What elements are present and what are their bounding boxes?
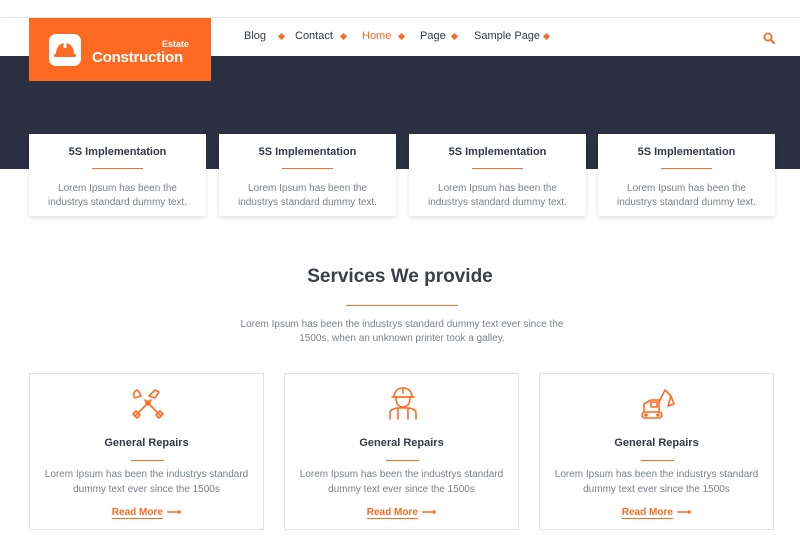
feature-text: Lorem Ipsum has been the industrys stand…	[428, 183, 567, 208]
read-more-link[interactable]: Read More ⟶	[285, 507, 518, 518]
tools-icon	[129, 386, 167, 420]
read-more-label[interactable]: Read More	[112, 507, 163, 518]
excavator-icon	[639, 386, 677, 420]
nav-item-contact[interactable]: Contact	[295, 30, 333, 42]
section-title: Services We provide	[307, 266, 493, 287]
service-divider	[641, 460, 674, 461]
service-text: Lorem Ipsum has been the industrys stand…	[299, 469, 504, 495]
service-divider	[386, 460, 419, 461]
worker-icon	[384, 386, 422, 420]
read-more-label[interactable]: Read More	[367, 507, 418, 518]
read-more-link[interactable]: Read More ⟶	[540, 507, 773, 518]
site-logo[interactable]: Estate Construction	[29, 18, 211, 81]
logo-tagline: Estate	[161, 39, 189, 49]
feature-divider	[92, 168, 143, 169]
feature-divider	[472, 168, 523, 169]
section-divider	[346, 305, 458, 306]
arrow-right-icon: ⟶	[166, 507, 182, 518]
service-card: General Repairs Lorem Ipsum has been the…	[284, 373, 519, 530]
feature-box: 5S Implementation Lorem Ipsum has been t…	[409, 134, 586, 216]
read-more-label[interactable]: Read More	[622, 507, 673, 518]
service-text: Lorem Ipsum has been the industrys stand…	[554, 469, 759, 495]
feature-text: Lorem Ipsum has been the industrys stand…	[238, 183, 377, 208]
hard-hat-icon	[49, 34, 81, 66]
service-title: General Repairs	[614, 437, 699, 449]
service-title: General Repairs	[104, 437, 189, 449]
feature-box: 5S Implementation Lorem Ipsum has been t…	[598, 134, 775, 216]
read-more-link[interactable]: Read More ⟶	[30, 507, 263, 518]
feature-divider	[282, 168, 333, 169]
feature-divider	[661, 168, 712, 169]
top-strip	[0, 0, 800, 18]
service-card: General Repairs Lorem Ipsum has been the…	[29, 373, 264, 530]
logo-name: Construction	[92, 49, 183, 66]
feature-text: Lorem Ipsum has been the industrys stand…	[617, 183, 756, 208]
service-card: General Repairs Lorem Ipsum has been the…	[539, 373, 774, 530]
nav-item-blog[interactable]: Blog	[244, 30, 266, 42]
service-title: General Repairs	[359, 437, 444, 449]
service-text: Lorem Ipsum has been the industrys stand…	[44, 469, 249, 495]
arrow-right-icon: ⟶	[676, 507, 692, 518]
feature-title: 5S Implementation	[258, 146, 357, 158]
nav-item-home[interactable]: Home	[362, 30, 391, 42]
feature-box: 5S Implementation Lorem Ipsum has been t…	[29, 134, 206, 216]
feature-box: 5S Implementation Lorem Ipsum has been t…	[219, 134, 396, 216]
feature-title: 5S Implementation	[448, 146, 547, 158]
section-subtitle: Lorem Ipsum has been the industrys stand…	[240, 319, 564, 344]
feature-title: 5S Implementation	[68, 146, 167, 158]
arrow-right-icon: ⟶	[421, 507, 437, 518]
search-icon[interactable]	[763, 31, 775, 49]
feature-text: Lorem Ipsum has been the industrys stand…	[48, 183, 187, 208]
nav-item-sample-page[interactable]: Sample Page	[474, 30, 540, 42]
service-divider	[131, 460, 164, 461]
nav-item-page[interactable]: Page	[420, 30, 446, 42]
feature-title: 5S Implementation	[637, 146, 736, 158]
